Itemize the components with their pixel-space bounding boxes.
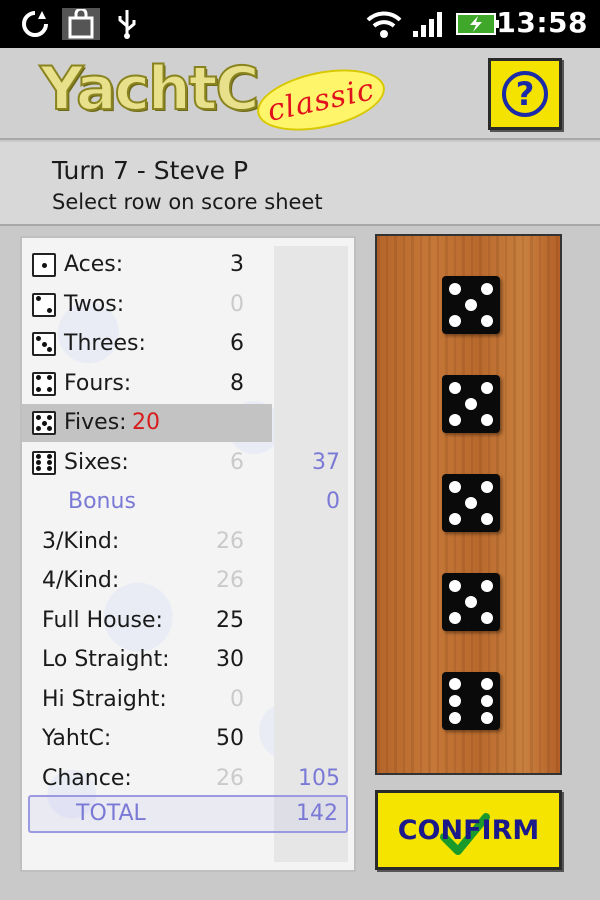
row-subtotal: 37 [312,449,340,475]
row-label: YahtC: [42,726,112,751]
row-value: 6 [230,331,244,356]
score-row[interactable]: Full House: 25 [22,602,354,640]
row-value: 20 [132,410,160,435]
row-label: Hi Straight: [42,686,167,712]
turn-label: Turn 7 - Steve P [52,156,249,185]
row-subtotal: 105 [298,765,340,791]
score-row[interactable]: Twos: 0 [22,286,354,324]
row-label: Fours: [64,370,132,396]
row-value: 8 [230,370,244,396]
row-value: 26 [216,568,244,593]
score-row[interactable]: YahtC: 50 [22,720,354,758]
confirm-button[interactable]: CONFIRM [375,790,562,870]
score-row[interactable]: 3/Kind: 26 [22,523,354,561]
row-label: Aces: [64,252,124,277]
classic-badge-text: classic [264,71,378,129]
die-5-icon [32,411,56,435]
battery-charging-icon [454,8,502,40]
confirm-label: CONFIRM [397,814,540,846]
row-value: 26 [216,765,244,791]
total-value: 142 [296,801,338,826]
die-1[interactable] [442,276,500,334]
die-4[interactable] [442,573,500,631]
die-3-icon [32,332,56,356]
die-5[interactable] [442,672,500,730]
row-value: 25 [216,607,244,633]
row-label: Threes: [64,331,146,356]
die-1-icon [32,253,56,277]
score-sheet: Aces: 3 Twos: 0 Threes: 6 Fours: 8 Fives: 20 Sixes… [20,236,356,872]
row-value: 30 [216,647,244,672]
sync-icon [18,8,52,40]
score-row[interactable]: Fives: 20 [22,404,272,442]
total-row: TOTAL 142 [28,795,348,833]
signal-icon [410,8,446,40]
row-label: Chance: [42,765,132,791]
row-value: 0 [230,291,244,317]
bag-icon [62,8,100,40]
total-label: TOTAL [76,801,146,826]
score-row[interactable]: Sixes: 6 37 [22,444,354,482]
score-row[interactable]: Chance: 26 105 [22,760,354,798]
score-row[interactable]: Bonus 0 [22,483,354,521]
row-label: Twos: [64,291,125,317]
row-label: Bonus [68,489,136,514]
row-subtotal: 0 [326,489,340,514]
status-bar: 13:58 [0,0,600,48]
score-row[interactable]: Hi Straight: 0 [22,681,354,719]
row-value: 6 [230,449,244,475]
help-icon: ? [502,71,548,117]
die-3[interactable] [442,474,500,532]
app-logo: YachtC [39,53,260,125]
row-label: Full House: [42,607,163,633]
row-label: 4/Kind: [42,568,120,593]
row-label: Sixes: [64,449,129,475]
score-row[interactable]: 4/Kind: 26 [22,562,354,600]
turn-info: Turn 7 - Steve P Select row on score she… [0,142,600,226]
wifi-icon [364,8,404,40]
die-2-icon [32,292,56,317]
row-value: 26 [216,528,244,554]
die-6-icon [32,450,56,475]
score-row[interactable]: Fours: 8 [22,365,354,403]
score-row[interactable]: Threes: 6 [22,325,354,363]
die-2[interactable] [442,375,500,433]
score-row[interactable]: Lo Straight: 30 [22,641,354,679]
row-value: 3 [230,252,244,277]
row-label: 3/Kind: [42,528,120,554]
row-value: 50 [216,726,244,751]
die-4-icon [32,371,56,396]
score-row[interactable]: Aces: 3 [22,246,354,284]
help-button[interactable]: ? [488,58,562,130]
row-label: Lo Straight: [42,647,170,672]
instruction-label: Select row on score sheet [52,190,323,214]
app-header: YachtC classic ? [0,48,600,141]
usb-icon [112,8,142,40]
clock: 13:58 [496,6,588,39]
classic-badge: classic [251,59,391,141]
row-value: 0 [230,686,244,712]
dice-tray [375,234,562,775]
